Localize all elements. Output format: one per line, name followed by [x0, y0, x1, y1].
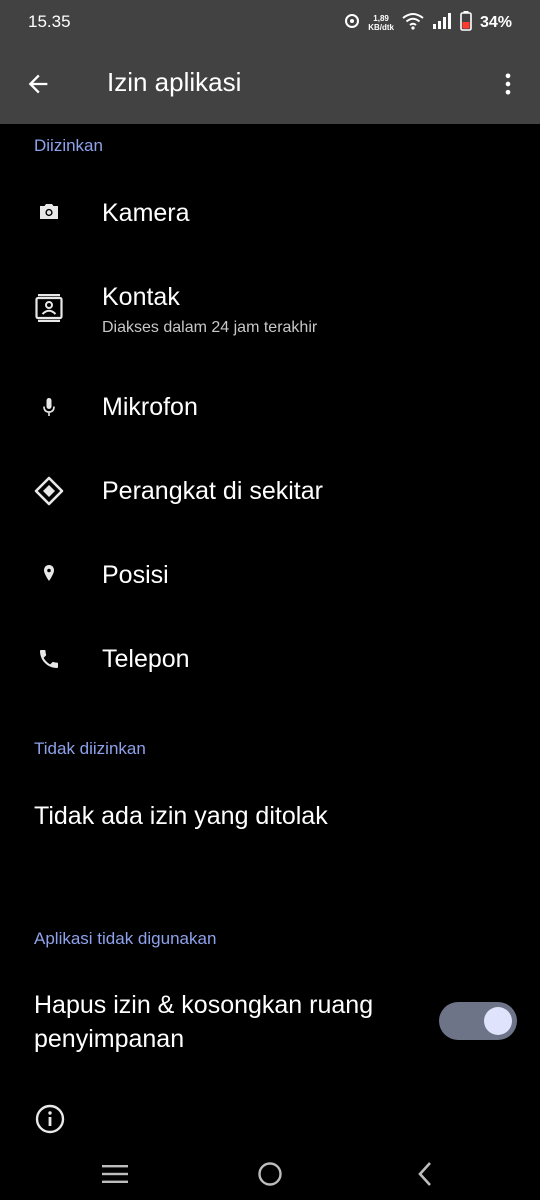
network-speed-unit: KB/dtk — [368, 23, 394, 32]
back-button[interactable] — [14, 60, 62, 108]
app-bar: Izin aplikasi — [0, 44, 540, 124]
more-options-button[interactable] — [484, 60, 532, 108]
battery-percent: 34% — [479, 14, 512, 31]
permission-label-contacts: Kontak — [102, 283, 180, 311]
section-header-unused: Aplikasi tidak digunakan — [34, 929, 217, 948]
permission-item-camera[interactable]: Kamera — [0, 172, 540, 252]
location-pin-icon — [34, 560, 64, 590]
denied-empty-text: Tidak ada izin yang ditolak — [34, 802, 328, 830]
permission-item-contacts[interactable]: Kontak Diakses dalam 24 jam terakhir — [0, 268, 540, 358]
signal-icon — [432, 12, 452, 34]
permission-label-phone: Telepon — [102, 645, 190, 673]
network-speed: 1,89 KB/dtk — [368, 14, 394, 32]
toggle-knob — [484, 1007, 512, 1035]
battery-icon — [460, 10, 472, 36]
data-saver-icon — [344, 13, 360, 34]
menu-icon — [102, 1165, 128, 1183]
permission-item-microphone[interactable]: Mikrofon — [0, 367, 540, 447]
section-header-allowed: Diizinkan — [34, 136, 103, 155]
permission-label-camera: Kamera — [102, 199, 190, 227]
remove-permissions-toggle[interactable] — [439, 1002, 517, 1040]
status-time: 15.35 — [28, 12, 71, 31]
page-title: Izin aplikasi — [107, 67, 242, 97]
permission-item-phone[interactable]: Telepon — [0, 619, 540, 699]
chevron-left-icon — [418, 1162, 431, 1186]
arrow-left-icon — [28, 74, 48, 94]
section-header-denied: Tidak diizinkan — [34, 739, 146, 758]
permission-label-location: Posisi — [102, 561, 169, 589]
permission-subtitle-contacts: Diakses dalam 24 jam terakhir — [102, 319, 318, 336]
wifi-icon — [402, 12, 424, 35]
nav-home-button[interactable] — [250, 1154, 290, 1194]
microphone-icon — [34, 392, 64, 422]
top-area: 15.35 1,89 KB/dtk 34% Izin aplikasi — [0, 0, 540, 124]
nearby-devices-icon — [34, 476, 64, 506]
nav-back-button[interactable] — [405, 1154, 445, 1194]
remove-permissions-line1: Hapus izin & kosongkan ruang — [34, 991, 374, 1019]
permission-item-location[interactable]: Posisi — [0, 535, 540, 615]
contacts-icon — [34, 293, 64, 323]
navigation-bar — [0, 1146, 540, 1200]
permission-label-nearby-devices: Perangkat di sekitar — [102, 477, 323, 505]
permission-label-microphone: Mikrofon — [102, 393, 198, 421]
more-vert-icon — [505, 73, 511, 95]
network-speed-value: 1,89 — [373, 14, 389, 23]
info-icon[interactable] — [34, 1103, 66, 1135]
remove-permissions-line2: penyimpanan — [34, 1025, 185, 1053]
home-circle-icon — [258, 1162, 282, 1186]
phone-icon — [34, 644, 64, 674]
camera-icon — [34, 197, 64, 227]
nav-recents-button[interactable] — [95, 1154, 135, 1194]
status-icons: 1,89 KB/dtk 34% — [344, 10, 512, 36]
permission-item-nearby-devices[interactable]: Perangkat di sekitar — [0, 451, 540, 531]
status-bar: 15.35 1,89 KB/dtk 34% — [0, 0, 540, 44]
